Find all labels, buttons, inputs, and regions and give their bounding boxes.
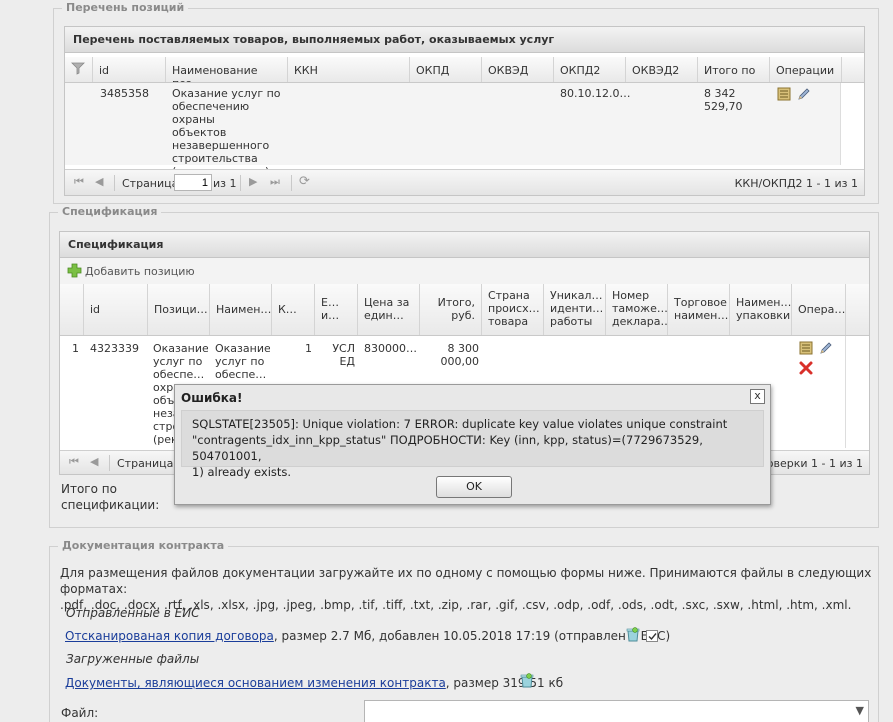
file-label: Файл: <box>61 706 99 720</box>
spec-col-operations[interactable]: Опера… <box>792 284 846 335</box>
page-label: Страница <box>122 177 179 190</box>
spec-row-total: 8 300 000,00 <box>440 342 480 368</box>
spec-row-price: 830000… <box>364 342 417 355</box>
spec-col-rownum <box>60 284 84 335</box>
col-header-okved[interactable]: ОКВЭД <box>482 57 554 82</box>
last-page-icon[interactable]: ⏭ <box>270 175 280 189</box>
positions-pager: ⏮ ◀ Страница из 1 ▶ ⏭ ⟳ ККН/ОКПД2 1 - 1 … <box>65 169 864 195</box>
add-icon[interactable] <box>67 263 82 281</box>
col-header-okpd[interactable]: ОКПД <box>410 57 482 82</box>
spec-col-trade-name[interactable]: Торговое наимен… <box>668 284 730 335</box>
sent-checkbox[interactable] <box>646 630 658 642</box>
spec-col-package[interactable]: Наимен… упаковки <box>730 284 792 335</box>
chevron-down-icon[interactable]: ▼ <box>856 704 864 717</box>
spec-col-unit[interactable]: Е… и… <box>315 284 358 335</box>
spec-col-total[interactable]: Итого, руб. <box>420 284 482 335</box>
spec-col-unique-id[interactable]: Уникал… иденти… работы … <box>544 284 606 335</box>
positions-legend: Перечень позиций <box>62 1 189 14</box>
uploaded-file-info: , размер 319.51 кб <box>445 676 564 690</box>
row-okpd2: 80.10.12.0… <box>560 87 631 100</box>
dialog-title: Ошибка! <box>181 391 243 405</box>
pager-separator <box>240 175 241 191</box>
edit-pencil-icon[interactable] <box>818 340 834 359</box>
trash-icon[interactable] <box>520 673 534 691</box>
page-number-input[interactable] <box>174 174 212 191</box>
pager-separator <box>114 175 115 191</box>
sent-file-info: , размер 2.7 Мб, добавлен 10.05.2018 17:… <box>273 629 671 643</box>
spec-col-name[interactable]: Наимен… <box>210 284 272 335</box>
sent-file-row: Отсканированая копия договора, размер 2.… <box>65 629 670 643</box>
spec-row-id: 4323339 <box>90 342 139 355</box>
sent-header: Отправленные в ЕИС <box>66 606 200 620</box>
first-page-icon[interactable]: ⏮ <box>74 175 84 189</box>
pager-separator <box>109 455 110 471</box>
view-details-icon[interactable] <box>776 86 792 105</box>
add-position-button[interactable]: Добавить позицию <box>85 265 195 278</box>
spec-legend: Спецификация <box>58 205 162 218</box>
refresh-icon[interactable]: ⟳ <box>299 174 310 189</box>
row-total: 8 342 529,70 <box>704 87 743 113</box>
col-header-okved2[interactable]: ОКВЭД2 <box>626 57 698 82</box>
filter-icon[interactable] <box>71 61 85 75</box>
spec-grid-header: id Позици… Наимен… К… Е… и… Цена за един… … <box>60 284 869 336</box>
prev-page-icon[interactable]: ◀ <box>90 455 98 468</box>
page-label: Страница <box>117 457 174 470</box>
first-page-icon[interactable]: ⏮ <box>69 455 79 469</box>
uploaded-header: Загруженные файлы <box>66 652 200 666</box>
row-id: 3485358 <box>100 87 149 100</box>
uploaded-file-link[interactable]: Документы, являющиеся основанием изменен… <box>65 676 446 690</box>
trash-icon[interactable] <box>626 627 640 645</box>
dialog-message: SQLSTATE[23505]: Unique violation: 7 ERR… <box>181 410 764 479</box>
pager-separator <box>291 175 292 191</box>
col-header-okpd2[interactable]: ОКПД2 <box>554 57 626 82</box>
spec-row-qty: 1 <box>305 342 312 355</box>
col-header-id[interactable]: id <box>93 57 166 82</box>
spec-col-price[interactable]: Цена за един… <box>358 284 420 335</box>
spec-panel-title: Спецификация <box>60 232 869 258</box>
positions-table-row: 3485358 Оказание услуг по обеспечению ох… <box>65 83 841 178</box>
spec-col-position[interactable]: Позици… <box>148 284 210 335</box>
page-of-label: из 1 <box>213 177 237 190</box>
positions-panel-title: Перечень поставляемых товаров, выполняем… <box>65 27 864 53</box>
delete-icon[interactable] <box>798 360 814 379</box>
spec-row-name: Оказание услуг по обеспе… <box>215 342 270 381</box>
col-header-name[interactable]: Наименование поз… <box>166 57 288 82</box>
col-header-kkn[interactable]: ККН <box>288 57 410 82</box>
sent-file-link[interactable]: Отсканированая копия договора <box>65 629 274 643</box>
spec-col-country[interactable]: Страна происх… товара <box>482 284 544 335</box>
spec-total-label: Итого по спецификации: <box>61 482 160 512</box>
spec-row-unit: УСЛ ЕД <box>332 342 355 368</box>
edit-pencil-icon[interactable] <box>796 86 812 105</box>
row-name: Оказание услуг по обеспечению охраны объ… <box>172 87 281 178</box>
ok-button[interactable]: OK <box>436 476 512 498</box>
spec-col-qty[interactable]: К… <box>272 284 315 335</box>
error-dialog: Ошибка! x SQLSTATE[23505]: Unique violat… <box>174 384 771 505</box>
positions-summary: ККН/ОКПД2 1 - 1 из 1 <box>734 177 858 190</box>
prev-page-icon[interactable]: ◀ <box>95 175 103 188</box>
docs-legend: Документация контракта <box>58 539 229 552</box>
positions-panel: Перечень поставляемых товаров, выполняем… <box>64 26 865 196</box>
col-header-operations[interactable]: Операции <box>770 57 842 82</box>
close-icon[interactable]: x <box>750 389 765 404</box>
filter-cell[interactable] <box>65 57 93 82</box>
spec-row-num: 1 <box>72 342 79 355</box>
file-select[interactable]: ▼ <box>364 700 869 722</box>
spec-col-id[interactable]: id <box>84 284 148 335</box>
spec-col-customs[interactable]: Номер таможе… деклара… <box>606 284 668 335</box>
uploaded-file-row: Документы, являющиеся основанием изменен… <box>65 676 563 690</box>
view-details-icon[interactable] <box>798 340 814 359</box>
col-header-total[interactable]: Итого по … <box>698 57 770 82</box>
positions-grid-header: id Наименование поз… ККН ОКПД ОКВЭД ОКПД… <box>65 57 864 83</box>
next-page-icon[interactable]: ▶ <box>249 175 257 188</box>
spec-add-toolbar: Добавить позицию <box>60 258 869 284</box>
